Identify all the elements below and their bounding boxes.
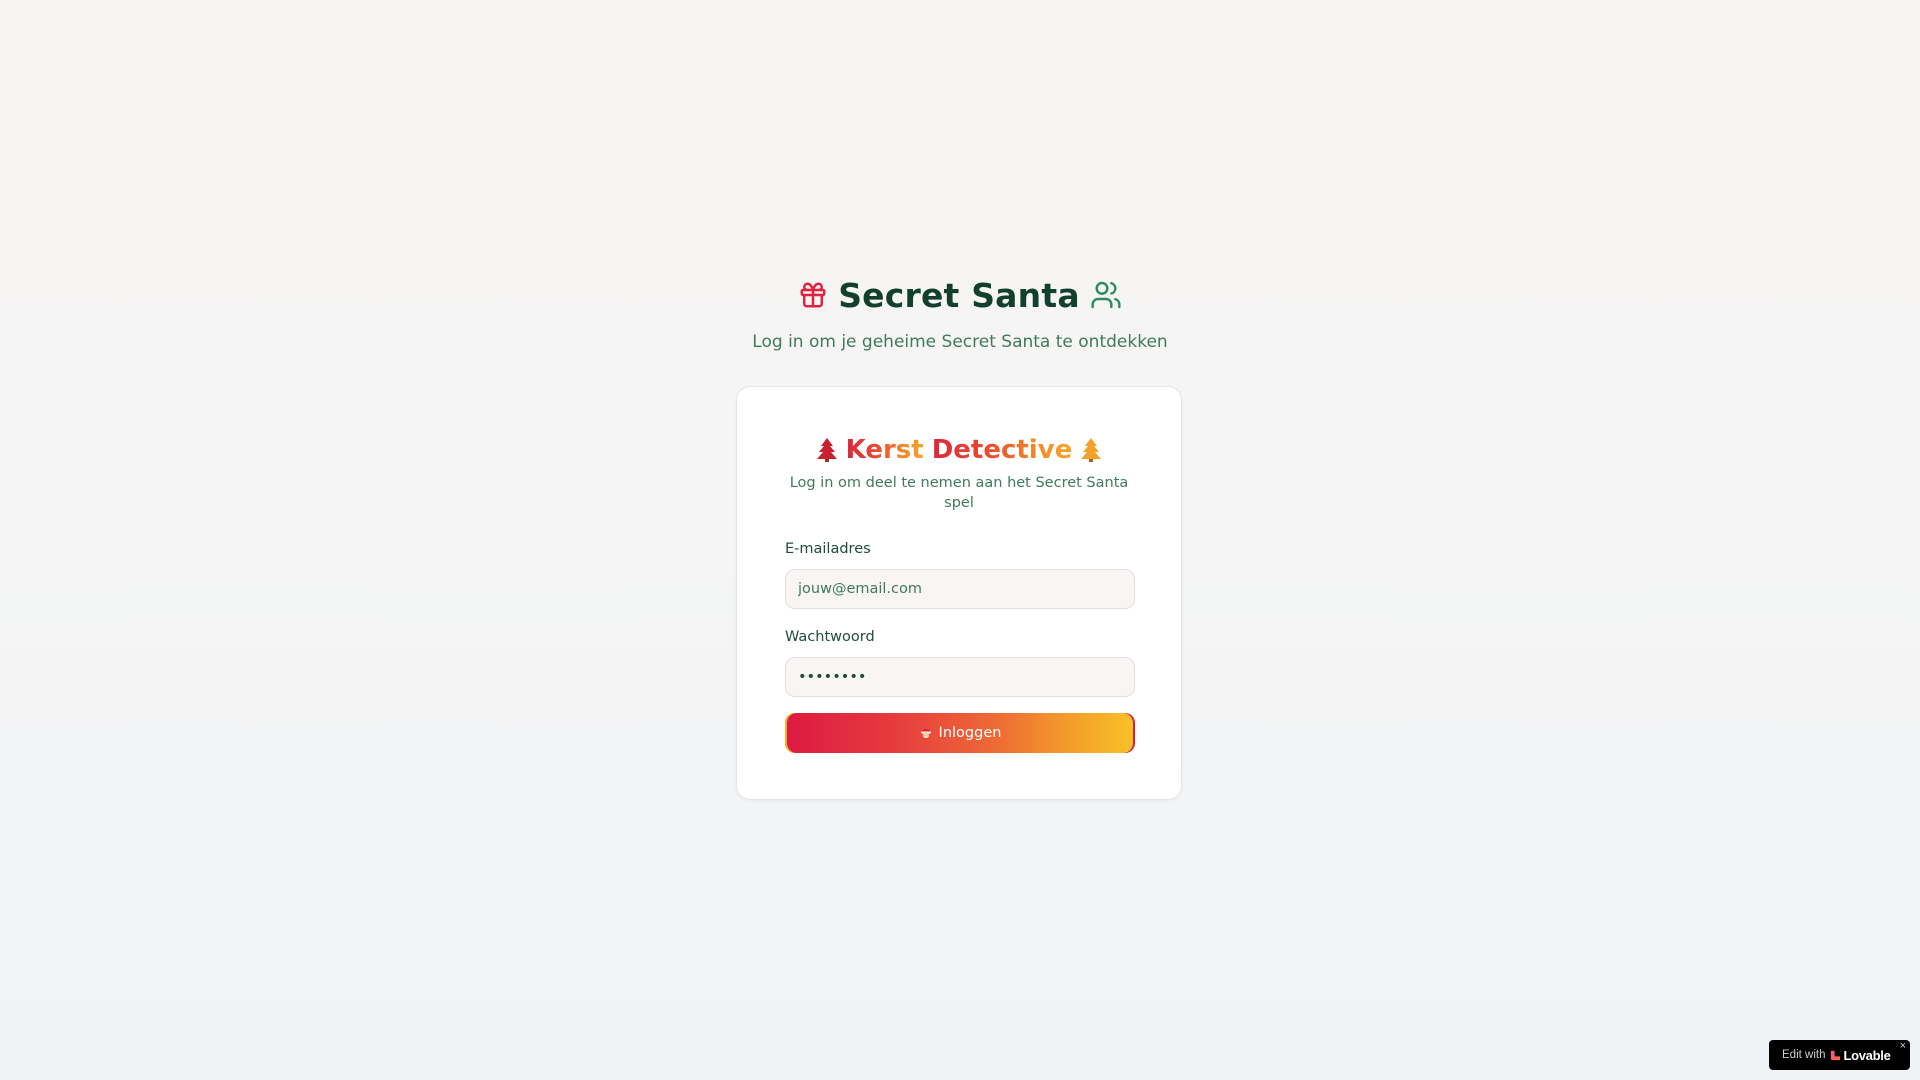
login-card: Kerst Detective Log in om deel te nemen …	[736, 386, 1182, 800]
users-icon	[1090, 279, 1122, 311]
email-field[interactable]	[785, 569, 1135, 609]
badge-prefix: Edit with	[1782, 1049, 1826, 1061]
card-title-word-1: Kerst	[845, 435, 924, 465]
password-label: Wachtwoord	[785, 629, 875, 645]
page-header: Secret Santa Log in om je geheime Secret…	[0, 272, 1920, 353]
card-subtitle: Log in om deel te nemen aan het Secret S…	[789, 475, 1129, 511]
app-subtitle: Log in om je geheime Secret Santa te ont…	[752, 332, 1168, 352]
login-button-label: Inloggen	[938, 725, 1002, 741]
gift-icon	[798, 280, 828, 310]
edit-with-lovable-badge[interactable]: Edit with Lovable ×	[1769, 1040, 1910, 1070]
christmas-tree-icon	[816, 437, 838, 463]
card-title-word-2: Detective	[931, 435, 1073, 465]
email-label: E-mailadres	[785, 541, 871, 557]
badge-close-icon[interactable]: ×	[1900, 1040, 1906, 1052]
login-button[interactable]: Inloggen	[785, 713, 1135, 753]
christmas-tree-icon	[1080, 437, 1102, 463]
app-title: Secret Santa	[838, 275, 1080, 315]
lovable-heart-icon	[1830, 1050, 1841, 1061]
password-field[interactable]	[785, 657, 1135, 697]
card-title: Kerst Detective	[737, 435, 1181, 465]
title-row: Secret Santa	[0, 272, 1920, 318]
santa-icon	[919, 726, 933, 740]
badge-brand: Lovable	[1843, 1047, 1891, 1063]
